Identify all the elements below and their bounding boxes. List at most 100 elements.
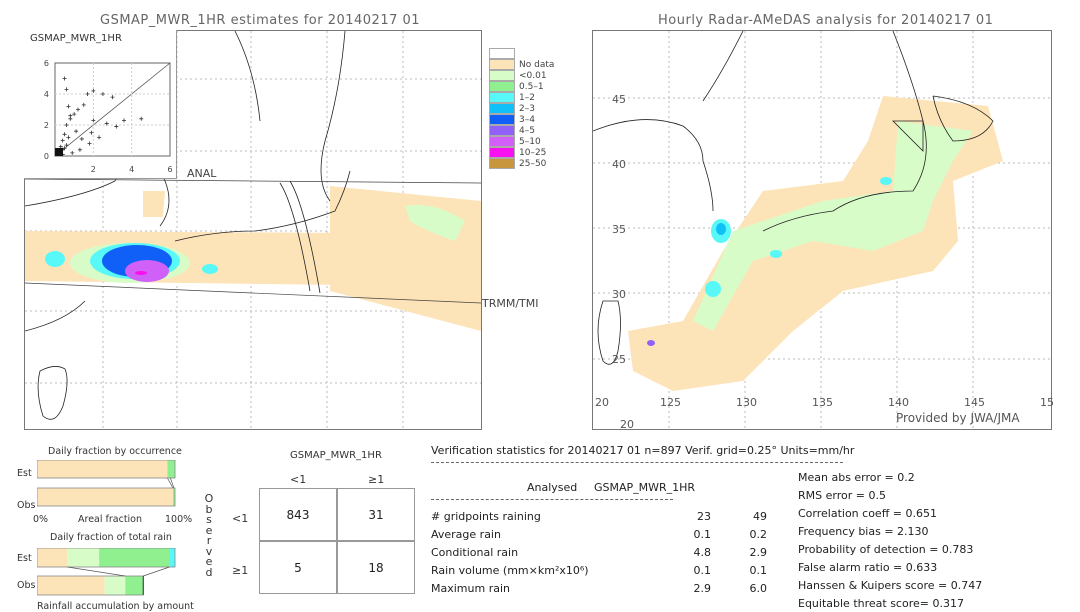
legend-label: 2–3 — [519, 103, 535, 114]
lon-tick: 140 — [888, 396, 909, 409]
legend-swatch — [489, 103, 515, 114]
swath-label: TRMM/TMI — [482, 297, 539, 310]
divider — [431, 462, 843, 463]
occurrence-bar-est — [167, 460, 175, 478]
scatter-x-label: ANAL — [187, 167, 217, 180]
total-rain-bar-obs — [104, 576, 126, 595]
score-item: False alarm ratio = 0.633 — [798, 561, 938, 574]
scatter-point — [91, 88, 96, 93]
analysed-value: 0.1 — [693, 528, 712, 541]
scatter-x-tick: 2 — [91, 165, 96, 174]
score-item: Frequency bias = 2.130 — [798, 525, 929, 538]
lat-tick: 45 — [612, 93, 626, 106]
legend-label: No data — [519, 59, 555, 70]
scatter-point — [64, 143, 69, 148]
row-label: Maximum rain — [431, 582, 510, 595]
lon-tick: 145 — [964, 396, 985, 409]
scatter-point — [79, 136, 84, 141]
legend-item: <0.01 — [489, 70, 554, 81]
legend-label: 10–25 — [519, 147, 547, 158]
right-map-canvas — [593, 31, 1051, 429]
legend-item: 1–2 — [489, 92, 554, 103]
scatter-point — [70, 150, 75, 155]
verification-header: Verification statistics for 20140217 01 … — [431, 444, 855, 457]
estimate-value: 0.2 — [749, 528, 768, 541]
scatter-x-tick: 6 — [167, 165, 172, 174]
scatter-y-tick: 2 — [44, 121, 49, 130]
scatter-point — [81, 102, 86, 107]
legend-item: No data — [489, 59, 554, 70]
legend-swatch — [489, 48, 515, 59]
row-label: # gridpoints raining — [431, 510, 541, 523]
total-rain-bar-obs — [37, 576, 105, 595]
observed-label: Observed — [203, 493, 215, 578]
contingency-cell: 31 — [337, 488, 415, 541]
verification-row: Average rain 0.1 0.2 — [431, 528, 771, 544]
total-rain-chart — [37, 548, 176, 596]
score-item: Probability of detection = 0.783 — [798, 543, 974, 556]
legend-item: 0.5–1 — [489, 81, 554, 92]
score-item: Hanssen & Kuipers score = 0.747 — [798, 579, 983, 592]
score-item: Correlation coeff = 0.651 — [798, 507, 937, 520]
lat-tick: 20 — [620, 418, 634, 431]
estimate-value: 0.1 — [749, 564, 768, 577]
legend-label: 25–50 — [519, 158, 547, 169]
contingency-cell: 18 — [337, 541, 415, 594]
credit-text: Provided by JWA/JMA — [896, 411, 1020, 425]
legend-swatch — [489, 158, 515, 169]
scatter-y-tick: 6 — [44, 59, 49, 68]
legend-swatch — [489, 147, 515, 158]
scatter-point — [64, 123, 69, 127]
scatter-point — [74, 129, 79, 134]
scatter-plot: 6 4 2 0 2 4 6 — [44, 59, 173, 174]
total-rain-bar-est — [169, 548, 175, 567]
contingency-col-1: ≥1 — [368, 473, 385, 486]
scatter-point — [77, 147, 82, 152]
contingency-row-0: <1 — [232, 512, 249, 525]
analysed-value: 23 — [697, 510, 711, 523]
occurrence-x-left: 0% — [33, 514, 49, 525]
occurrence-obs-label: Obs — [17, 500, 36, 511]
scatter-inset: GSMAP_MWR_1HR 6420246 — [24, 30, 177, 179]
legend-label: 5–10 — [519, 136, 541, 147]
legend-label: <0.01 — [519, 70, 547, 81]
scatter-point — [76, 107, 80, 112]
scatter-point — [91, 118, 96, 123]
col-analysed: Analysed — [527, 481, 578, 494]
scatter-point — [66, 104, 71, 109]
occurrence-x-right: 100% — [165, 514, 193, 525]
scatter-point — [62, 132, 67, 137]
contingency-table: 843 31 5 18 — [259, 488, 415, 594]
scatter-point — [68, 113, 73, 118]
total-rain-bar-est — [37, 548, 68, 567]
scatter-y-tick: 0 — [44, 152, 49, 161]
total-rain-bar-est — [67, 548, 100, 567]
analysed-value: 0.1 — [693, 564, 712, 577]
verification-row: Conditional rain 4.8 2.9 — [431, 546, 771, 562]
contingency-col-0: <1 — [290, 473, 307, 486]
lon-tick: 135 — [812, 396, 833, 409]
legend-label: 1–2 — [519, 92, 535, 103]
lat-tick: 25 — [612, 353, 626, 366]
scatter-point — [110, 95, 115, 100]
verification-row: Rain volume (mm×km²x10⁶) 0.1 0.1 — [431, 564, 771, 580]
verification-row: Maximum rain 2.9 6.0 — [431, 582, 771, 598]
scatter-point — [122, 118, 126, 123]
legend-item: 3–4 — [489, 114, 554, 125]
legend-item — [489, 48, 554, 59]
scatter-point — [87, 141, 92, 146]
analysed-value: 2.9 — [693, 582, 712, 595]
total-rain-title: Daily fraction of total rain — [50, 532, 172, 543]
legend-swatch — [489, 92, 515, 103]
scatter-x-tick: 4 — [129, 165, 134, 174]
analysed-value: 4.8 — [693, 546, 712, 559]
scatter-point — [85, 92, 90, 96]
row-label: Average rain — [431, 528, 501, 541]
total-rain-bar-est — [99, 548, 170, 567]
scatter-point — [100, 92, 105, 96]
legend-swatch — [489, 114, 515, 125]
legend-item: 2–3 — [489, 103, 554, 114]
total-rain-footer: Rainfall accumulation by amount — [37, 601, 194, 612]
lon-tick: 130 — [736, 396, 757, 409]
lon-tick: 20 — [595, 396, 609, 409]
